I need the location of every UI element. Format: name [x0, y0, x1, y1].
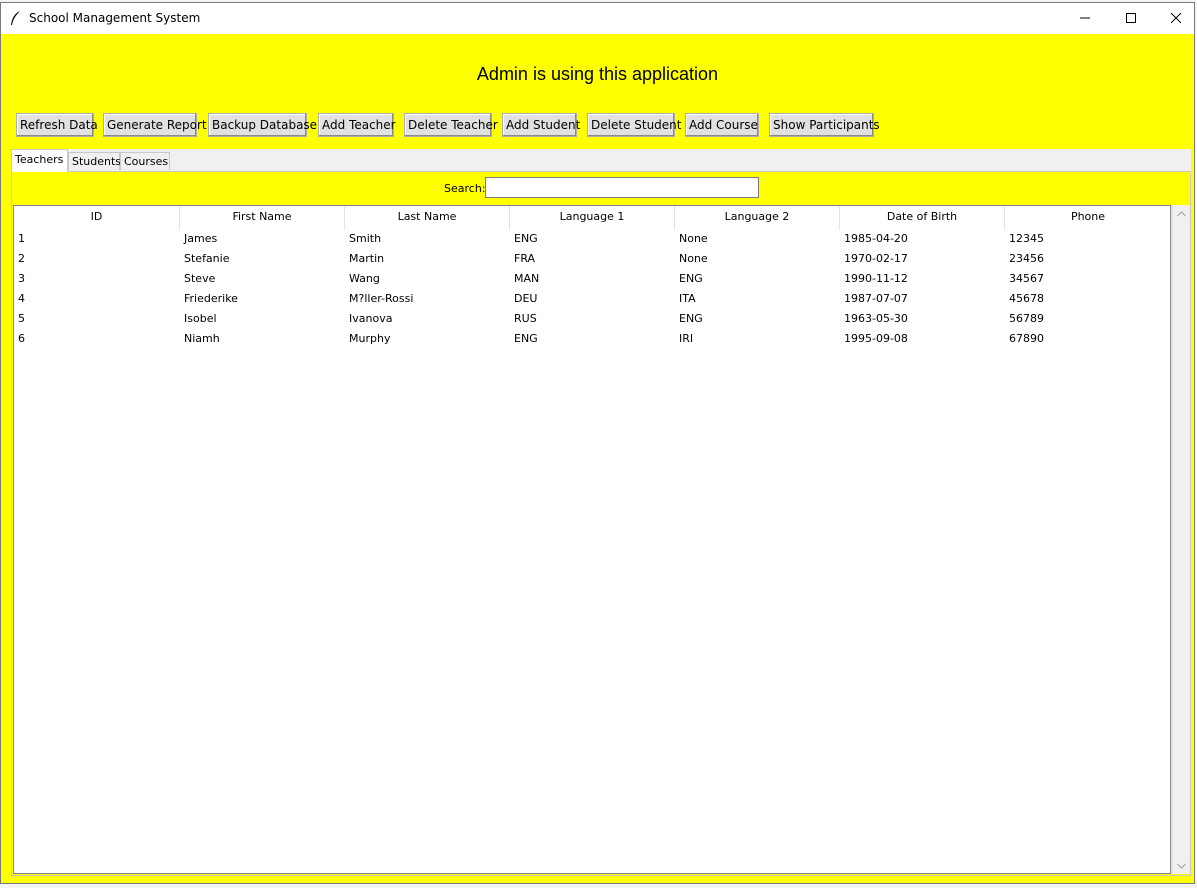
column-header-language-2[interactable]: Language 2 — [675, 206, 840, 230]
cell-date-of-birth: 1995-09-08 — [844, 332, 908, 345]
cell-first-name: Niamh — [184, 332, 220, 345]
add-course-button[interactable]: Add Course — [685, 113, 759, 137]
teachers-table[interactable]: ID First Name Last Name Language 1 Langu… — [13, 205, 1171, 874]
cell-id: 5 — [18, 312, 25, 325]
table-row[interactable]: 2 Stefanie Martin FRA None 1970-02-17 23456 — [14, 250, 1170, 270]
column-header-phone[interactable]: Phone — [1005, 206, 1170, 230]
cell-first-name: Friederike — [184, 292, 238, 305]
cell-phone: 45678 — [1009, 292, 1044, 305]
cell-language-2: ENG — [679, 312, 703, 325]
user-banner: Admin is using this application — [476, 63, 719, 84]
cell-language-1: ENG — [514, 332, 538, 345]
cell-language-2: ENG — [679, 272, 703, 285]
table-row[interactable]: 6 Niamh Murphy ENG IRI 1995-09-08 67890 — [14, 330, 1170, 350]
table-body: 1 James Smith ENG None 1985-04-20 12345 2 Stefan… — [14, 230, 1170, 350]
table-header: ID First Name Last Name Language 1 Langu… — [14, 206, 1170, 230]
cell-last-name: Martin — [349, 252, 385, 265]
cell-id: 2 — [18, 252, 25, 265]
search-label: Search: — [444, 182, 486, 195]
notebook: Teachers Students Courses Search: ID Fir… — [11, 149, 1191, 876]
cell-date-of-birth: 1985-04-20 — [844, 232, 908, 245]
app-window: School Management System Admin is using … — [0, 2, 1195, 884]
backup-database-button[interactable]: Backup Database — [208, 113, 317, 137]
cell-last-name: Smith — [349, 232, 382, 245]
teachers-panel: Search: ID First Name Last Name Language… — [11, 171, 1191, 876]
cell-first-name: Stefanie — [184, 252, 230, 265]
cell-phone: 56789 — [1009, 312, 1044, 325]
column-header-id[interactable]: ID — [14, 206, 180, 230]
refresh-data-button[interactable]: Refresh Data — [16, 113, 98, 137]
column-header-last-name[interactable]: Last Name — [345, 206, 510, 230]
close-icon — [1171, 13, 1181, 23]
tab-courses[interactable]: Courses — [120, 152, 170, 170]
cell-language-2: None — [679, 232, 708, 245]
cell-phone: 34567 — [1009, 272, 1044, 285]
table-row[interactable]: 4 Friederike M?ller-Rossi DEU ITA 1987-07-07 4… — [14, 290, 1170, 310]
search-input[interactable] — [485, 177, 759, 198]
delete-student-button[interactable]: Delete Student — [587, 113, 681, 137]
close-button[interactable] — [1153, 3, 1197, 33]
cell-date-of-birth: 1963-05-30 — [844, 312, 908, 325]
cell-language-1: MAN — [514, 272, 540, 285]
cell-language-1: RUS — [514, 312, 537, 325]
minimize-icon — [1080, 17, 1090, 19]
cell-date-of-birth: 1987-07-07 — [844, 292, 908, 305]
scroll-down-icon[interactable] — [1173, 857, 1190, 874]
table-row[interactable]: 1 James Smith ENG None 1985-04-20 12345 — [14, 230, 1170, 250]
cell-last-name: Wang — [349, 272, 380, 285]
cell-language-2: IRI — [679, 332, 694, 345]
tab-teachers[interactable]: Teachers — [11, 149, 68, 172]
column-header-first-name[interactable]: First Name — [180, 206, 345, 230]
cell-last-name: Murphy — [349, 332, 391, 345]
cell-last-name: M?ller-Rossi — [349, 292, 414, 305]
cell-phone: 67890 — [1009, 332, 1044, 345]
vertical-scrollbar[interactable] — [1172, 205, 1190, 874]
cell-date-of-birth: 1990-11-12 — [844, 272, 908, 285]
cell-first-name: James — [184, 232, 218, 245]
cell-phone: 23456 — [1009, 252, 1044, 265]
window-title: School Management System — [29, 11, 201, 25]
cell-first-name: Steve — [184, 272, 216, 285]
cell-last-name: Ivanova — [349, 312, 393, 325]
cell-language-1: FRA — [514, 252, 536, 265]
maximize-button[interactable] — [1108, 3, 1154, 33]
add-teacher-button[interactable]: Add Teacher — [318, 113, 396, 137]
table-row[interactable]: 3 Steve Wang MAN ENG 1990-11-12 34567 — [14, 270, 1170, 290]
cell-language-2: None — [679, 252, 708, 265]
cell-date-of-birth: 1970-02-17 — [844, 252, 908, 265]
title-bar: School Management System — [1, 3, 1194, 34]
minimize-button[interactable] — [1062, 3, 1108, 33]
cell-id: 1 — [18, 232, 25, 245]
column-header-language-1[interactable]: Language 1 — [510, 206, 675, 230]
cell-first-name: Isobel — [184, 312, 217, 325]
cell-id: 3 — [18, 272, 25, 285]
show-participants-button[interactable]: Show Participants — [769, 113, 880, 137]
delete-teacher-button[interactable]: Delete Teacher — [404, 113, 498, 137]
table-row[interactable]: 5 Isobel Ivanova RUS ENG 1963-05-30 56789 — [14, 310, 1170, 330]
scroll-up-icon[interactable] — [1173, 205, 1190, 222]
cell-id: 4 — [18, 292, 25, 305]
feather-icon — [9, 10, 23, 26]
maximize-icon — [1126, 13, 1136, 23]
tab-students[interactable]: Students — [68, 152, 121, 170]
cell-id: 6 — [18, 332, 25, 345]
tab-strip: Teachers Students Courses — [11, 149, 1191, 172]
cell-language-1: DEU — [514, 292, 538, 305]
generate-report-button[interactable]: Generate Report — [103, 113, 207, 137]
cell-phone: 12345 — [1009, 232, 1044, 245]
cell-language-1: ENG — [514, 232, 538, 245]
add-student-button[interactable]: Add Student — [502, 113, 580, 137]
cell-language-2: ITA — [679, 292, 696, 305]
column-header-date-of-birth[interactable]: Date of Birth — [840, 206, 1005, 230]
